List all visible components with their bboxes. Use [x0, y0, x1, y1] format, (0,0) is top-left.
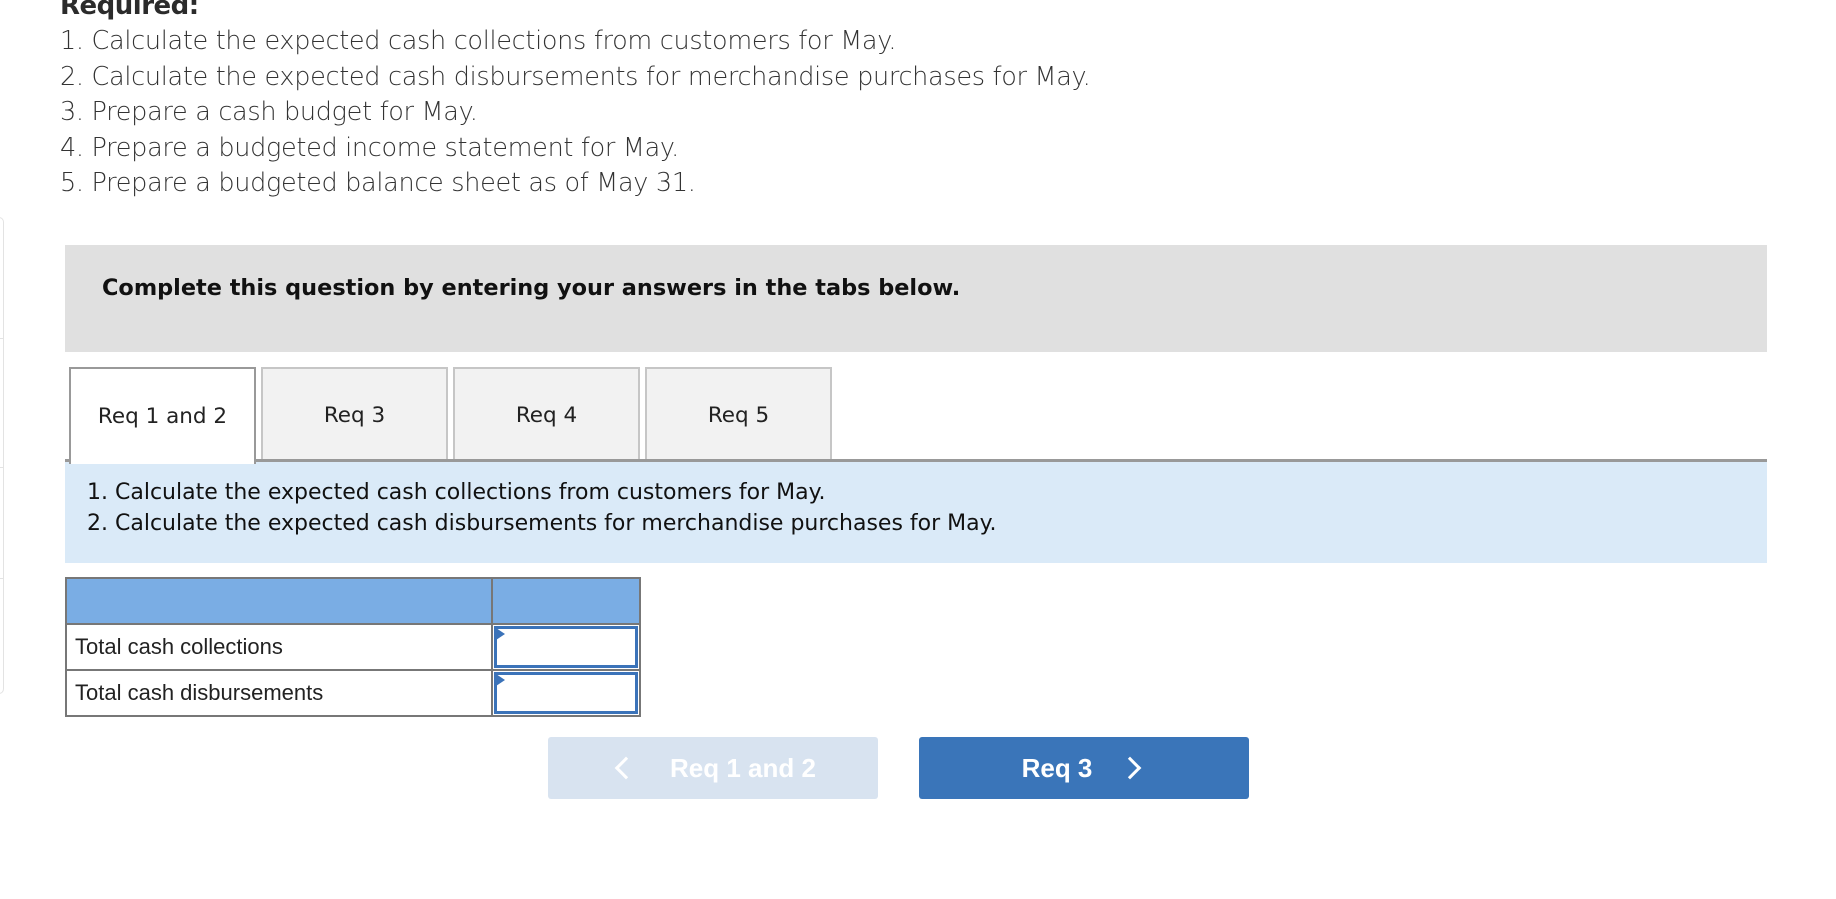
row-label-total-cash-collections: Total cash collections [65, 623, 493, 671]
table-row: Total cash disbursements [65, 669, 641, 717]
table-row: Total cash collections [65, 623, 641, 671]
chevron-left-icon [614, 756, 638, 780]
tab-req-5[interactable]: Req 5 [645, 367, 832, 461]
input-marker-icon [496, 628, 505, 640]
table-header-row [65, 577, 641, 625]
table-header-cell [491, 577, 641, 625]
banner-text: Complete this question by entering your … [102, 275, 961, 301]
next-tab-label: Req 3 [1021, 752, 1093, 783]
total-cash-disbursements-input[interactable] [494, 672, 638, 714]
required-heading: Required: [60, 0, 199, 21]
required-section: Required: 1. Calculate the expected cash… [60, 0, 1091, 202]
tab-req-1-and-2[interactable]: Req 1 and 2 [69, 367, 256, 464]
panel-divider [0, 467, 3, 468]
row-label-total-cash-disbursements: Total cash disbursements [65, 669, 493, 717]
input-cell [491, 623, 641, 671]
tab-instructions: 1. Calculate the expected cash collectio… [65, 462, 1767, 563]
required-item: 3. Prepare a cash budget for May. [60, 97, 478, 127]
tab-req-3[interactable]: Req 3 [261, 367, 448, 461]
prev-tab-button[interactable]: Req 1 and 2 [548, 737, 878, 799]
instruction-line: 2. Calculate the expected cash disbursem… [87, 511, 997, 536]
required-item: 5. Prepare a budgeted balance sheet as o… [60, 168, 696, 198]
panel-divider [0, 338, 3, 339]
answer-table: Total cash collections Total cash disbur… [65, 577, 641, 717]
instruction-line: 1. Calculate the expected cash collectio… [87, 480, 826, 505]
required-item: 4. Prepare a budgeted income statement f… [60, 132, 679, 163]
required-item: 1. Calculate the expected cash collectio… [60, 26, 897, 56]
chevron-right-icon [1119, 756, 1142, 780]
instructions-banner: Complete this question by entering your … [65, 245, 1767, 352]
panel-divider [0, 578, 3, 579]
tab-req-4[interactable]: Req 4 [453, 367, 640, 461]
next-tab-button[interactable]: Req 3 [919, 737, 1249, 799]
input-cell [491, 669, 641, 717]
total-cash-collections-input[interactable] [494, 626, 638, 668]
table-header-cell [65, 577, 493, 625]
required-item: 2. Calculate the expected cash disbursem… [60, 61, 1091, 92]
left-panel-edge [0, 217, 4, 694]
prev-tab-label: Req 1 and 2 [670, 752, 816, 783]
input-marker-icon [496, 674, 505, 686]
